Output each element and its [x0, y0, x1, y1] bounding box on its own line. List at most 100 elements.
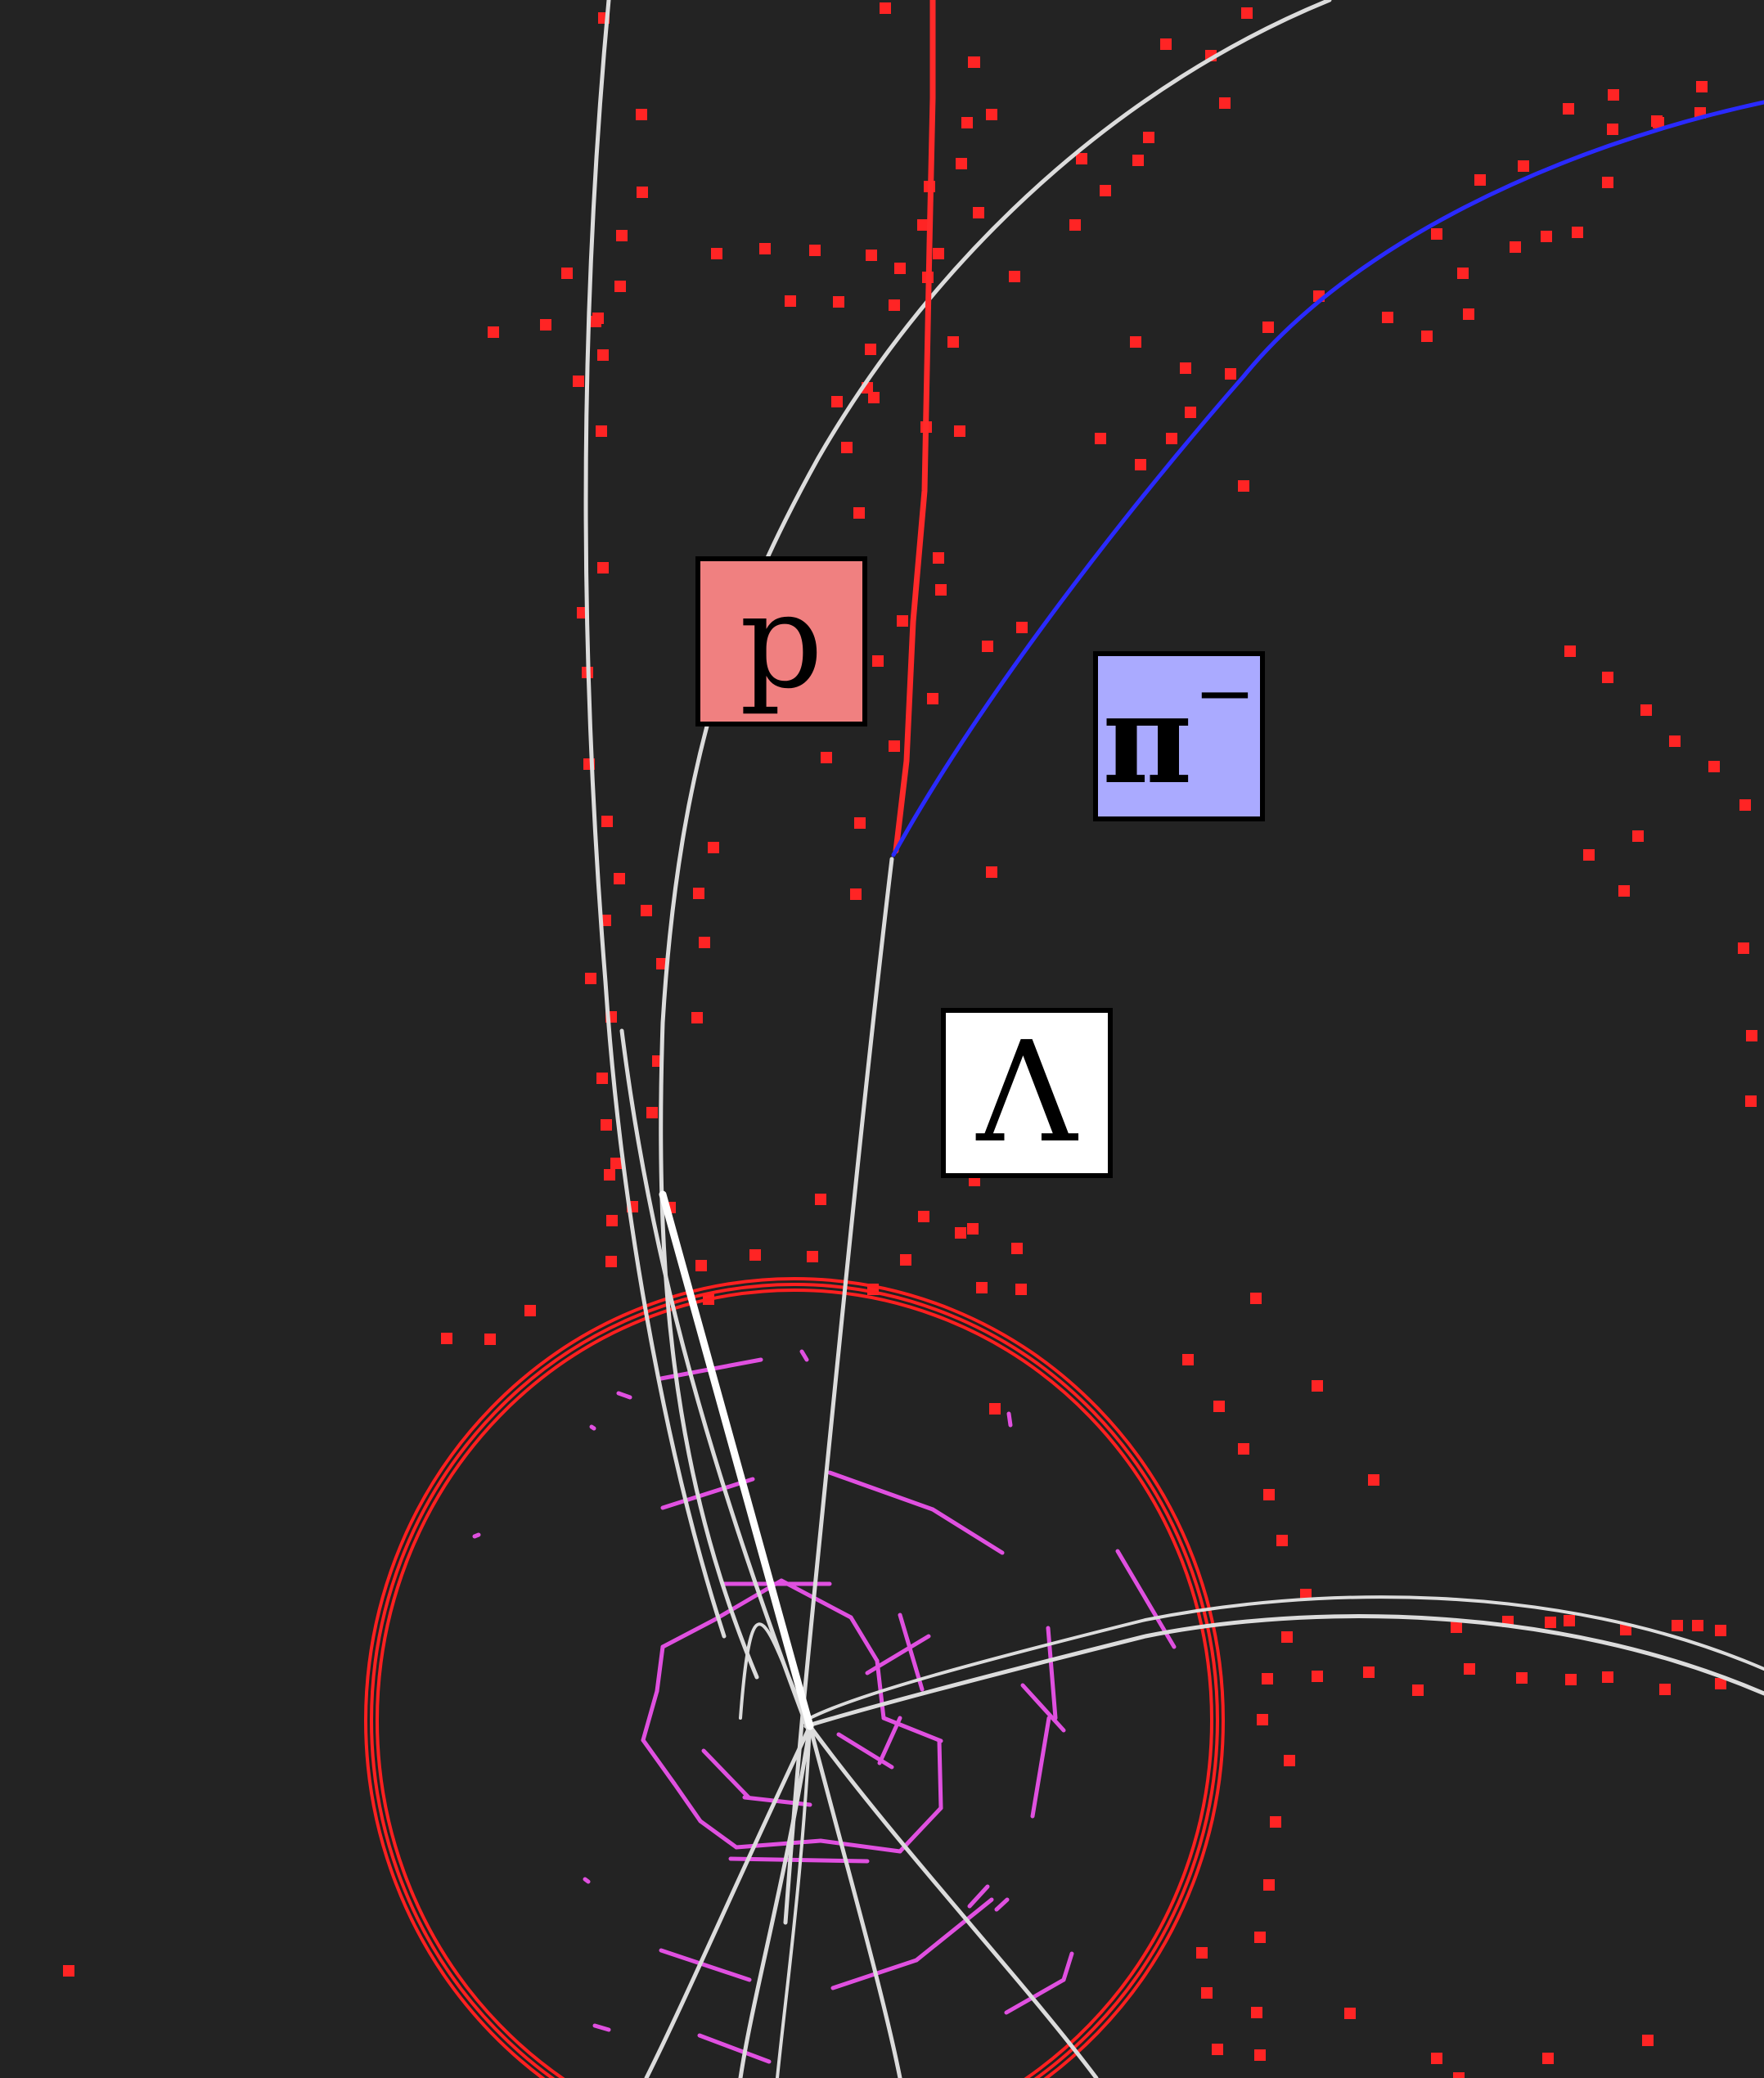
detector-hit [989, 1403, 1001, 1415]
vertex-segment [583, 1877, 591, 1884]
detector-hit [601, 816, 613, 827]
vertex-segment [672, 1781, 703, 1824]
vertex-segment [1030, 1716, 1051, 1819]
detector-hit [821, 752, 832, 763]
lambda-symbol: Λ [976, 1012, 1078, 1174]
detector-hit [947, 336, 959, 348]
detector-hit [1212, 2044, 1223, 2055]
detector-hit [1692, 1620, 1703, 1631]
detector-hit [1368, 1474, 1379, 1486]
detector-hit [955, 1227, 966, 1239]
detector-hit [1572, 227, 1583, 238]
detector-hit [573, 376, 584, 387]
detector-hit [807, 1251, 818, 1262]
vertex-segment [877, 1716, 902, 1765]
detector-hit [1363, 1666, 1375, 1678]
track-white-down-4 [808, 1724, 1099, 2078]
vertex-segment [1020, 1683, 1066, 1733]
detector-hit [711, 248, 722, 259]
detector-hit [982, 641, 993, 652]
detector-hit [1412, 1684, 1424, 1696]
vertex-segment [827, 1470, 935, 1512]
detector-hit [927, 693, 938, 704]
detector-hit [1182, 1354, 1194, 1365]
detector-hit [1563, 103, 1574, 115]
event-display-canvas: p π − Λ [0, 0, 1764, 2078]
detector-hit [1451, 1621, 1462, 1633]
detector-hit [1602, 672, 1613, 683]
vertex-segment [1006, 1411, 1013, 1428]
vertex-segment [641, 1738, 677, 1786]
detector-hit [540, 319, 551, 331]
detector-hit [833, 296, 844, 308]
track-white-core [659, 1190, 814, 1730]
detector-hit [592, 313, 604, 324]
detector-hit [695, 1260, 707, 1271]
vertex-segment [641, 1689, 659, 1743]
detector-hit [1602, 177, 1613, 188]
track-white-down-5 [776, 1725, 812, 2078]
detector-hit [1312, 1380, 1323, 1392]
vertex-segment [799, 1349, 809, 1362]
detector-hit [1431, 2053, 1442, 2064]
vertex-segment [589, 1424, 596, 1431]
track-white-down-2 [738, 1724, 812, 2078]
detector-hit [1382, 312, 1393, 323]
detector-hits [63, 2, 1757, 2078]
detector-hit [693, 888, 704, 899]
detector-hit [441, 1333, 452, 1344]
vertex-segment [698, 1819, 739, 1850]
detector-hit [1262, 322, 1274, 333]
vertex-segment [848, 1615, 880, 1663]
detector-hit [1651, 115, 1663, 127]
detector-hit [1602, 1671, 1613, 1683]
detector-hit [889, 299, 900, 311]
detector-hit [614, 873, 625, 884]
detector-hit [973, 207, 984, 218]
track-white-down-3 [808, 1724, 902, 2078]
detector-hit [1607, 124, 1618, 135]
detector-hit [1225, 368, 1236, 380]
detector-hit [484, 1334, 496, 1345]
detector-hit [1518, 160, 1529, 172]
detector-hit [1196, 1947, 1208, 1959]
detector-hit [1100, 185, 1111, 196]
detector-hit [691, 1012, 703, 1023]
detector-hit [967, 1223, 979, 1235]
pion-charge: − [1194, 650, 1256, 736]
detector-hit [1241, 7, 1253, 19]
particle-tracks-diagram [63, 0, 1764, 2078]
detector-hit [1608, 89, 1619, 101]
detector-hit [868, 392, 880, 403]
vertex-segment [616, 1391, 632, 1400]
detector-hit [1583, 849, 1595, 861]
vertex-segment [472, 1532, 481, 1539]
detector-hit [986, 866, 997, 878]
detector-hit [1284, 1755, 1295, 1766]
detector-hit [815, 1194, 826, 1205]
detector-hit [1565, 1674, 1577, 1685]
vertex-segment [734, 1838, 823, 1850]
proton-symbol: p [739, 564, 824, 717]
detector-hit [1219, 97, 1231, 109]
detector-hit [933, 552, 944, 564]
detector-hit [1076, 153, 1087, 164]
detector-hit [1545, 1617, 1556, 1628]
detector-hit [1453, 2072, 1465, 2078]
detector-hit [1564, 1615, 1575, 1626]
detector-hit [610, 1158, 622, 1169]
detector-hit [1011, 1243, 1023, 1254]
detector-hit [1457, 268, 1469, 279]
detector-hit [831, 396, 843, 407]
detector-hit [880, 2, 891, 14]
detector-hit [1739, 799, 1751, 811]
detector-hit [976, 1282, 988, 1293]
detector-hit [917, 219, 929, 231]
detector-hit [1276, 1535, 1288, 1546]
detector-hit [968, 56, 979, 68]
detector-hit [1312, 1671, 1323, 1682]
lambda-label: Λ [941, 1008, 1113, 1178]
detector-hit [614, 281, 626, 292]
vertex-segment [865, 1634, 931, 1675]
detector-hit [1564, 645, 1576, 657]
